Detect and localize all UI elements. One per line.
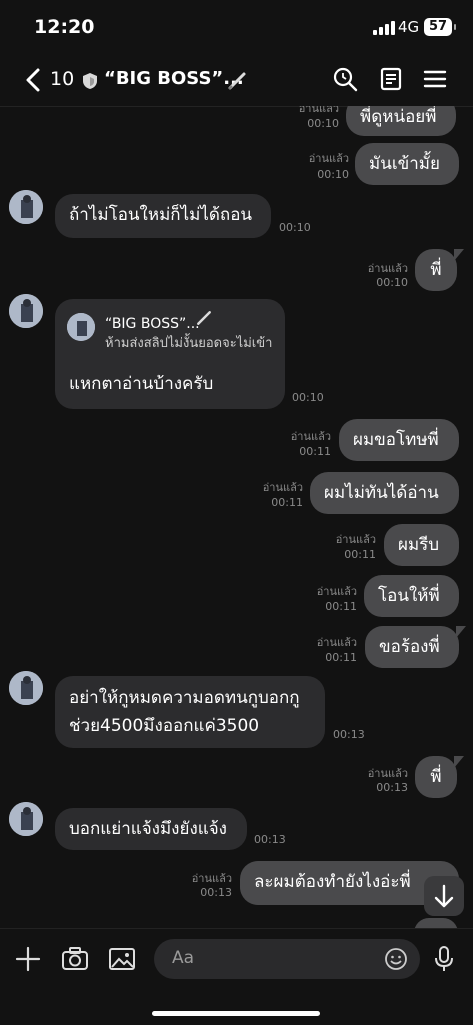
read-receipt: อ่านแล้ว [262, 481, 303, 494]
emoji-icon[interactable] [384, 947, 408, 971]
outgoing-message[interactable]: พี่ [415, 249, 457, 291]
read-receipt: อ่านแล้ว [316, 636, 357, 649]
mic-icon[interactable] [430, 945, 458, 973]
avatar[interactable] [9, 802, 43, 836]
outgoing-message[interactable]: โอนให้พี่ [364, 575, 459, 617]
read-receipt: อ่านแล้ว [367, 262, 408, 275]
avatar[interactable] [9, 190, 43, 224]
avatar[interactable] [9, 671, 43, 705]
outgoing-message[interactable]: ผมไม่ทันได้อ่าน [310, 472, 459, 514]
outgoing-message[interactable]: ผมขอโทษพี่ [339, 419, 459, 461]
search-icon[interactable] [332, 66, 358, 92]
incoming-message[interactable]: บอกแย่าแจ้งมึงยังแจ้ง [55, 808, 247, 850]
reply-quoted-text: ห้ามส่งสลิปไม่งั้นยอดจะไม่เข้า [105, 336, 273, 351]
message-time: 00:11 [344, 548, 376, 561]
outgoing-message[interactable]: ขอร้องพี่ [365, 626, 459, 668]
outgoing-message[interactable]: พี่ [415, 756, 457, 798]
outgoing-message[interactable]: มันเข้ามั้ย [355, 143, 459, 185]
bubble-tail [454, 249, 464, 261]
pen-icon [197, 311, 211, 325]
notes-icon[interactable] [378, 66, 404, 92]
chat-area[interactable]: อ่านแล้ว 00:10 พี่ดูหน่อยพี่ อ่านแล้ว 00… [0, 106, 473, 928]
message-time: 00:11 [325, 651, 357, 664]
message-time: 00:13 [200, 886, 232, 899]
message-time: 00:10 [292, 391, 324, 404]
incoming-message[interactable]: อย่าให้กูหมดความอดทนกูบอกกู ช่วย4500มึงอ… [55, 676, 325, 748]
message-line-2: ช่วย4500มึงออกแค่3500 [69, 716, 260, 736]
back-count[interactable]: 10 [50, 68, 74, 90]
message-time: 00:11 [299, 445, 331, 458]
read-receipt: อ่านแล้ว [191, 872, 232, 885]
camera-icon[interactable] [61, 945, 89, 973]
reply-message-text: แหกตาอ่านบ้างครับ [69, 374, 214, 394]
incoming-reply-message[interactable]: “BIG BOSS”... ห้ามส่งสลิปไม่งั้นยอดจะไม่… [55, 299, 285, 409]
message-time: 00:11 [271, 496, 303, 509]
read-receipt: อ่านแล้ว [316, 585, 357, 598]
outgoing-message-partial [414, 918, 458, 928]
battery-icon: 57 [424, 18, 456, 36]
chat-title[interactable]: “BIG BOSS”... [104, 68, 244, 89]
reply-avatar [67, 313, 95, 341]
menu-icon[interactable] [422, 66, 448, 92]
read-receipt: อ่านแล้ว [367, 767, 408, 780]
read-receipt: อ่านแล้ว [298, 106, 339, 115]
arrow-down-icon [434, 884, 454, 908]
message-time: 00:13 [376, 781, 408, 794]
chevron-left-icon[interactable] [22, 66, 46, 94]
read-receipt: อ่านแล้ว [335, 533, 376, 546]
bubble-tail [454, 756, 464, 768]
shield-icon [83, 73, 97, 89]
message-time: 00:10 [376, 276, 408, 289]
message-time: 00:13 [254, 833, 286, 846]
message-time: 00:13 [333, 728, 365, 741]
message-composer: Aa [0, 928, 473, 1025]
home-indicator [152, 1011, 320, 1016]
read-receipt: อ่านแล้ว [290, 430, 331, 443]
message-time: 00:10 [317, 168, 349, 181]
bubble-tail [456, 626, 466, 638]
network-type: 4G [398, 18, 420, 36]
message-line-1: อย่าให้กูหมดความอดทนกูบอกกู [69, 688, 300, 708]
signal-icon [373, 21, 395, 35]
chat-header: 10 “BIG BOSS”... [0, 52, 473, 107]
pen-icon [228, 72, 246, 90]
message-time: 00:10 [279, 221, 311, 234]
message-time: 00:11 [325, 600, 357, 613]
status-bar: 12:20 4G 57 [0, 0, 473, 52]
status-time: 12:20 [34, 16, 95, 38]
incoming-message[interactable]: ถ้าไม่โอนใหม่ก็ไม่ได้ถอน [55, 194, 271, 238]
image-icon[interactable] [108, 945, 136, 973]
input-placeholder: Aa [172, 948, 195, 968]
message-time: 00:10 [307, 117, 339, 130]
scroll-to-bottom-button[interactable] [424, 876, 464, 916]
message-input[interactable]: Aa [154, 939, 420, 979]
outgoing-message[interactable]: พี่ดูหน่อยพี่ [346, 106, 456, 136]
avatar[interactable] [9, 294, 43, 328]
outgoing-message[interactable]: ผมรีบ [384, 524, 459, 566]
plus-icon[interactable] [14, 945, 42, 973]
read-receipt: อ่านแล้ว [308, 152, 349, 165]
